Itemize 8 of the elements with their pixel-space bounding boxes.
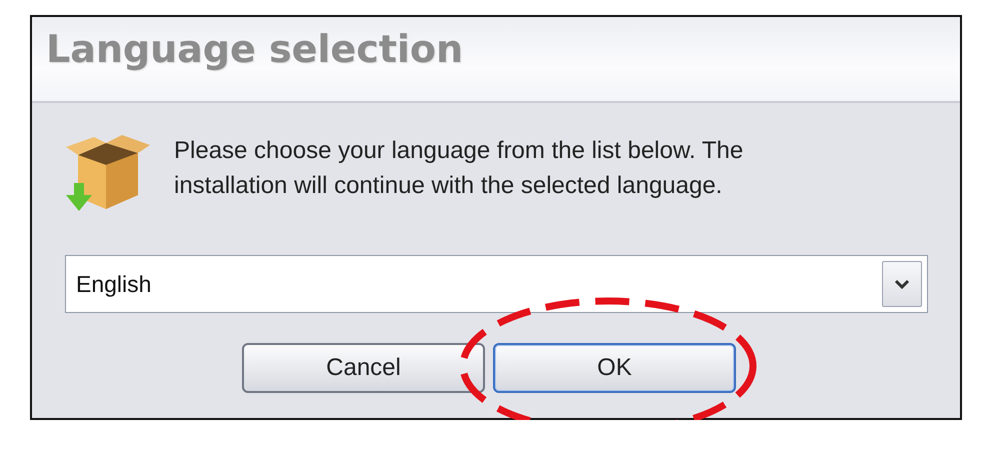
chevron-down-icon <box>895 279 909 289</box>
language-dropdown[interactable]: English <box>65 255 928 313</box>
dropdown-button[interactable] <box>882 261 922 307</box>
dropdown-value: English <box>75 270 152 299</box>
cancel-button[interactable]: Cancel <box>242 343 485 393</box>
window-title: Language selection <box>46 27 464 73</box>
instruction-text: Please choose your language from the list below. The installation will continue with the selected language. <box>174 136 744 201</box>
ok-button[interactable]: OK <box>493 343 736 393</box>
